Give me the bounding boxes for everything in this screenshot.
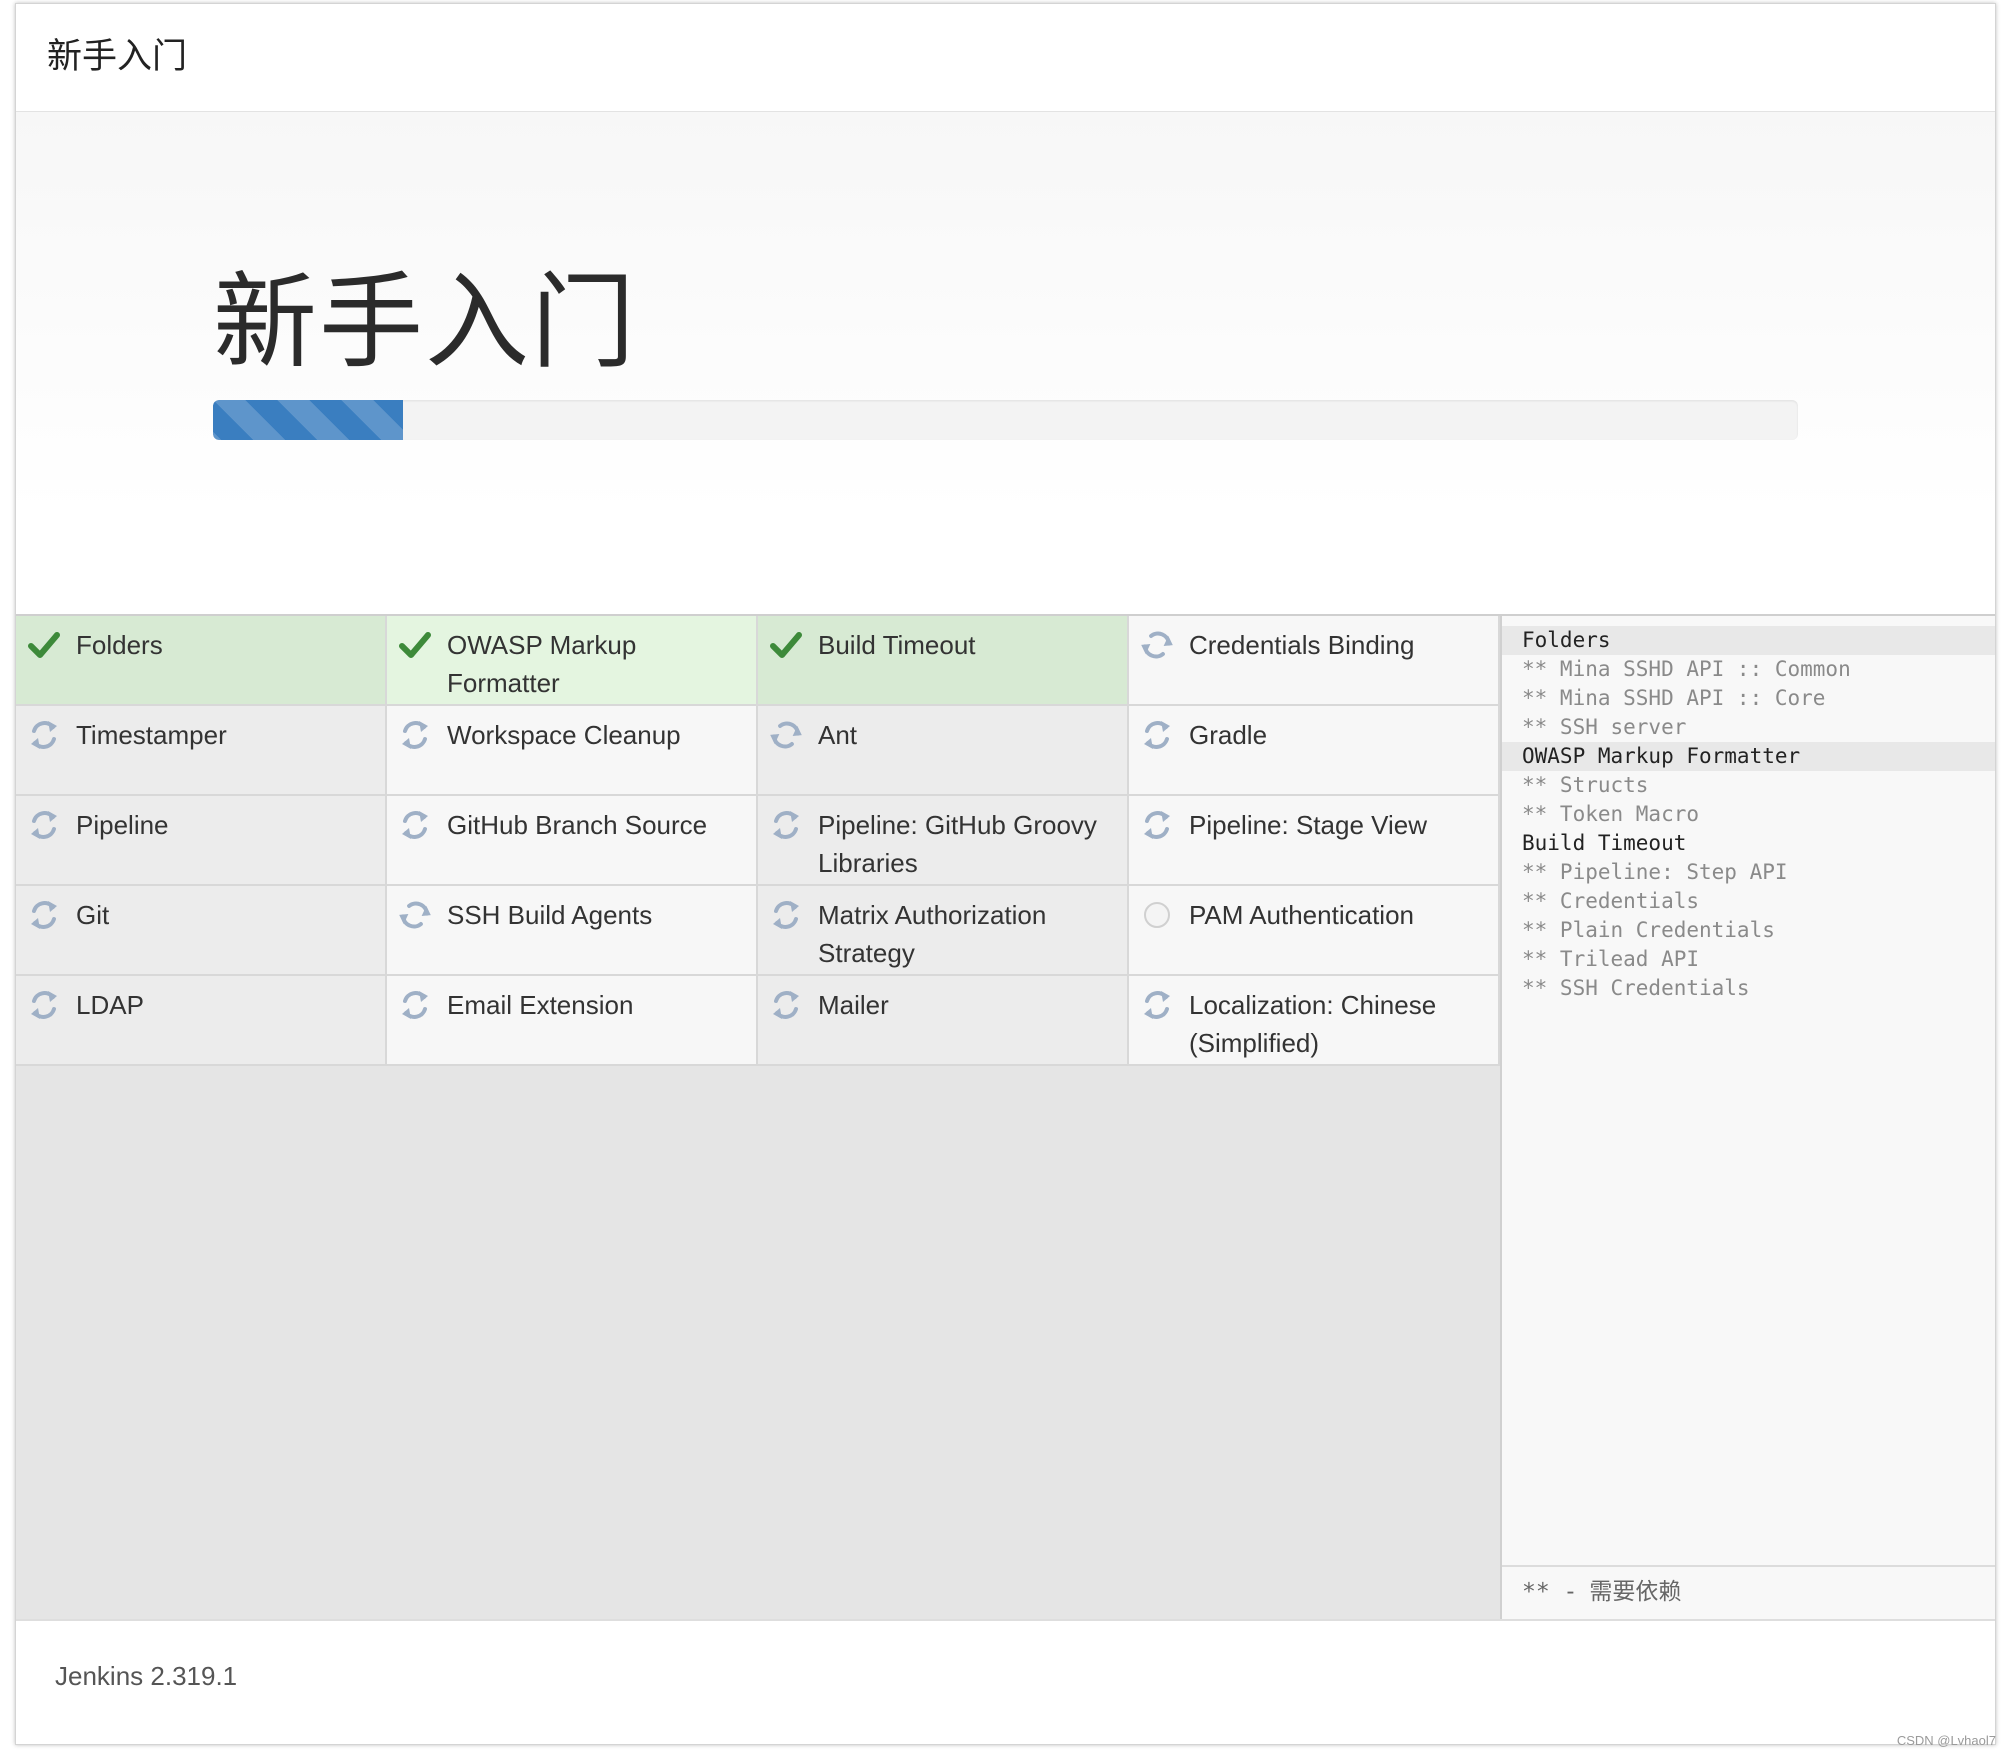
plugin-item: GitHub Branch Source	[387, 796, 758, 886]
plugin-item: Localization: Chinese (Simplified)	[1129, 976, 1500, 1066]
plugin-list: Folders OWASP Markup Formatter Build Timeo…	[16, 616, 1502, 1619]
plugin-name: Build Timeout	[818, 630, 976, 660]
page-title: 新手入门	[213, 261, 638, 383]
install-content: Folders OWASP Markup Formatter Build Timeo…	[16, 614, 1995, 1619]
refresh-icon	[768, 897, 804, 933]
plugin-name: Git	[76, 900, 110, 930]
log-dependency-line: ** Token Macro	[1522, 802, 1700, 826]
plugin-item: Mailer	[758, 976, 1129, 1066]
checkmark-icon	[26, 627, 62, 663]
plugin-item: Build Timeout	[758, 616, 1129, 706]
refresh-icon	[26, 897, 62, 933]
install-progress-panel: 新手入门	[16, 112, 1995, 614]
plugin-grid: Folders OWASP Markup Formatter Build Timeo…	[16, 616, 1500, 1066]
plugin-name: Mailer	[818, 990, 889, 1020]
plugin-name: Folders	[76, 630, 163, 660]
plugin-name: OWASP Markup Formatter	[447, 630, 637, 698]
refresh-icon	[397, 897, 433, 933]
circle-icon	[1139, 897, 1175, 933]
plugin-name: PAM Authentication	[1189, 900, 1414, 930]
plugin-name: Workspace Cleanup	[447, 720, 681, 750]
plugin-name: Matrix Authorization Strategy	[818, 900, 1047, 968]
plugin-item: Pipeline: Stage View	[1129, 796, 1500, 886]
plugin-item: SSH Build Agents	[387, 886, 758, 976]
refresh-icon	[1139, 717, 1175, 753]
refresh-icon	[26, 987, 62, 1023]
dialog-header: 新手入门	[16, 4, 1995, 112]
plugin-name: Email Extension	[447, 990, 634, 1020]
install-log-panel[interactable]: Folders ** Mina SSHD API :: Common** Mina…	[1502, 616, 1995, 1619]
refresh-icon	[26, 717, 62, 753]
refresh-icon	[768, 717, 804, 753]
refresh-icon	[1139, 627, 1175, 663]
plugin-item: Gradle	[1129, 706, 1500, 796]
plugin-name: Gradle	[1189, 720, 1268, 750]
progress-bar-fill	[213, 400, 404, 440]
refresh-icon	[26, 807, 62, 843]
plugin-item: OWASP Markup Formatter	[387, 616, 758, 706]
log-dependency-line: ** Mina SSHD API :: Core	[1522, 686, 1826, 710]
log-dependency-line: ** Structs	[1522, 773, 1649, 797]
plugin-item: Matrix Authorization Strategy	[758, 886, 1129, 976]
plugin-name: Ant	[818, 720, 858, 750]
dialog-title: 新手入门	[47, 37, 188, 77]
log-dependency-line: ** Pipeline: Step API	[1522, 860, 1788, 884]
plugin-item: Git	[16, 886, 387, 976]
log-plugin-line: Folders	[1502, 626, 1995, 655]
plugin-name: Localization: Chinese (Simplified)	[1189, 990, 1437, 1058]
plugin-item: Ant	[758, 706, 1129, 796]
refresh-icon	[397, 807, 433, 843]
log-dependency-line: ** SSH Credentials	[1522, 976, 1750, 1000]
plugin-item: Workspace Cleanup	[387, 706, 758, 796]
dependency-legend: ** - 需要依赖	[1502, 1565, 1995, 1619]
plugin-name: Pipeline: Stage View	[1189, 810, 1428, 840]
jenkins-version: Jenkins 2.319.1	[55, 1661, 238, 1691]
legend-mark: ** -	[1522, 1579, 1578, 1605]
log-plugin-line: Build Timeout	[1522, 831, 1687, 855]
progress-bar	[213, 400, 1798, 440]
checkmark-icon	[768, 627, 804, 663]
refresh-icon	[1139, 987, 1175, 1023]
plugin-item: LDAP	[16, 976, 387, 1066]
plugin-item: Folders	[16, 616, 387, 706]
plugin-name: LDAP	[76, 990, 144, 1020]
plugin-item: Timestamper	[16, 706, 387, 796]
plugin-item: Pipeline	[16, 796, 387, 886]
plugin-item: PAM Authentication	[1129, 886, 1500, 976]
legend-text: 需要依赖	[1589, 1579, 1682, 1605]
plugin-name: Timestamper	[76, 720, 227, 750]
log-plugin-line: OWASP Markup Formatter	[1502, 742, 1995, 771]
setup-wizard-dialog: 新手入门 新手入门 Folders OWASP Markup Formatter B…	[15, 3, 1996, 1745]
log-dependency-line: ** SSH server	[1522, 715, 1687, 739]
log-dependency-line: ** Credentials	[1522, 889, 1700, 913]
refresh-icon	[397, 717, 433, 753]
log-dependency-line: ** Trilead API	[1522, 947, 1700, 971]
plugin-item: Pipeline: GitHub Groovy Libraries	[758, 796, 1129, 886]
plugin-item: Email Extension	[387, 976, 758, 1066]
plugin-name: Pipeline	[76, 810, 169, 840]
plugin-item: Credentials Binding	[1129, 616, 1500, 706]
log-dependency-line: ** Mina SSHD API :: Common	[1522, 657, 1851, 681]
refresh-icon	[768, 807, 804, 843]
plugin-name: Credentials Binding	[1189, 630, 1415, 660]
plugin-name: GitHub Branch Source	[447, 810, 708, 840]
checkmark-icon	[397, 627, 433, 663]
plugin-name: Pipeline: GitHub Groovy Libraries	[818, 810, 1097, 878]
refresh-icon	[768, 987, 804, 1023]
plugin-name: SSH Build Agents	[447, 900, 653, 930]
refresh-icon	[1139, 807, 1175, 843]
dialog-footer: Jenkins 2.319.1	[16, 1619, 1995, 1744]
watermark: CSDN @Lvhaol7	[1896, 1733, 1996, 1748]
log-dependency-line: ** Plain Credentials	[1522, 918, 1775, 942]
refresh-icon	[397, 987, 433, 1023]
install-log: Folders ** Mina SSHD API :: Common** Mina…	[1502, 626, 1995, 1003]
